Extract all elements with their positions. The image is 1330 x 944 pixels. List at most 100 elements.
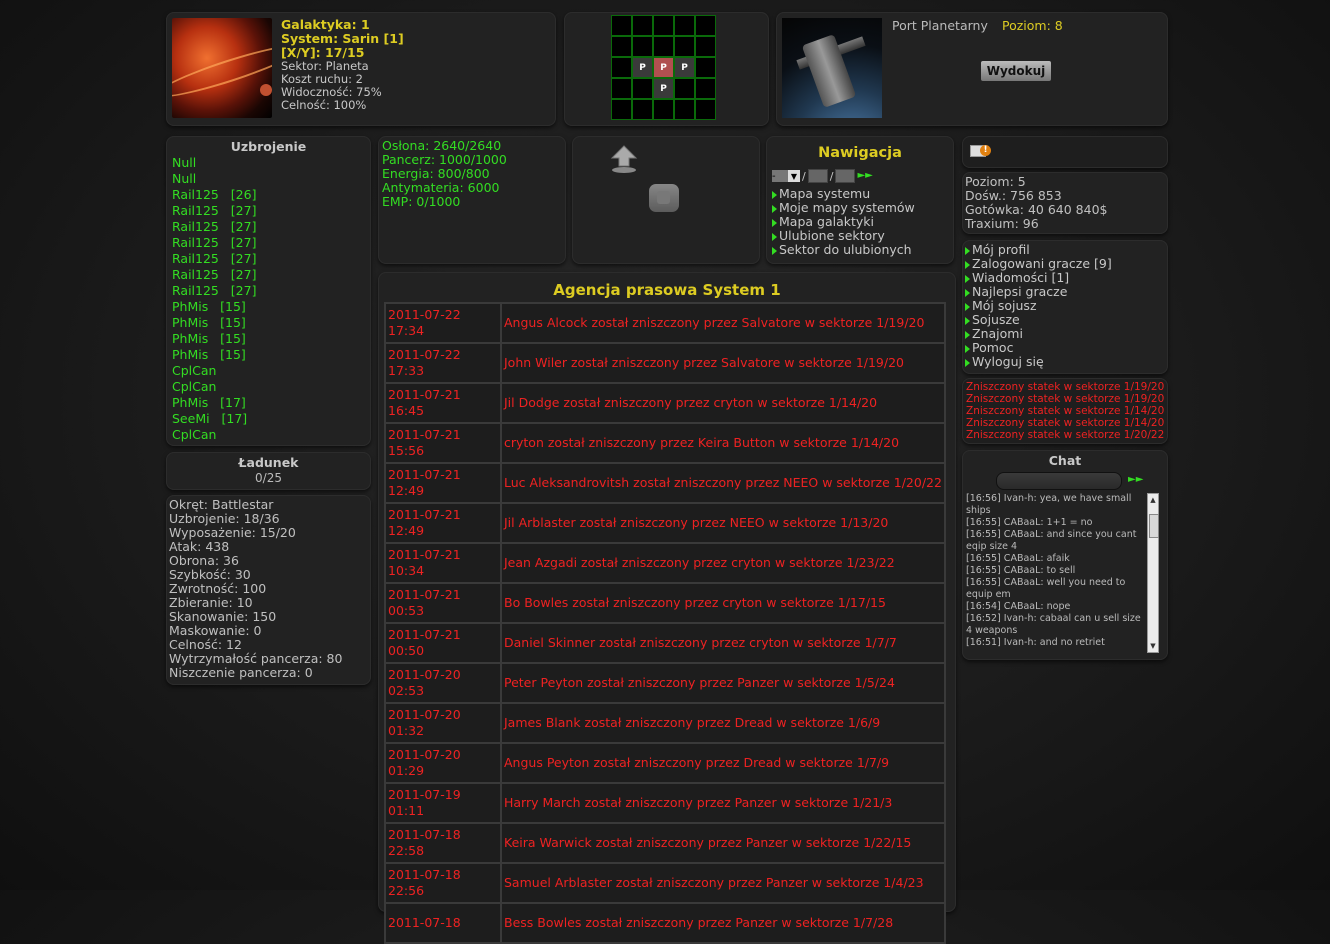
news-row: 2011-07-21 15:56 cryton został zniszczony… [384,422,946,464]
news-row: 2011-07-20 01:29 Angus Peyton został znis… [384,742,946,784]
ship-stat: Skanowanie: 150 [169,609,277,624]
nav-link-1-label: Moje mapy systemów [779,200,915,215]
minimap-cell[interactable] [695,15,716,36]
weapon-slot: CplCan [172,379,217,394]
sector-minimap[interactable]: PPPP [611,15,716,120]
ship-stats-panel: Okręt: Battlestar Uzbrojenie: 18/36 Wyposa… [166,495,371,685]
alert-item[interactable]: Zniszczony statek w sektorze 1/20/22 [966,429,1164,441]
ship-stat: Maskowanie: 0 [169,623,262,638]
nav-link-4[interactable]: Sektor do ulubionych [772,243,915,257]
minimap-cell[interactable] [632,78,653,99]
nav-link-3[interactable]: Ulubione sektory [772,229,915,243]
news-row: 2011-07-21 12:49 Jil Arblaster został zni… [384,502,946,544]
minimap-cell[interactable]: P [653,57,674,78]
scroll-thumb[interactable] [1149,514,1159,538]
weapon-slot: PhMis [15] [172,299,246,314]
minimap-cell[interactable] [695,78,716,99]
ship-stat: Atak: 438 [169,539,230,554]
port-panel: Port Planetarny Poziom: 8 Wydokuj [776,12,1168,126]
player-cash: Gotówka: 40 640 840$ [965,202,1108,217]
menu-link-4[interactable]: Mój sojusz [965,299,1112,313]
center-icon[interactable] [649,184,679,212]
news-text: Jil Arblaster został zniszczony przez NE… [500,502,946,544]
navigation-title: Nawigacja [818,145,902,161]
minimap-cell[interactable] [611,99,632,120]
weapon-slot: SeeMi [17] [172,411,248,426]
menu-link-8[interactable]: Wyloguj się [965,355,1112,369]
menu-link-3[interactable]: Najlepsi gracze [965,285,1112,299]
menu-link-0[interactable]: Mój profil [965,243,1112,257]
menu-links: Mój profil Zalogowani gracze [9] Wiadomośc… [965,243,1112,369]
menu-link-5-label: Sojusze [972,312,1020,327]
nav-coords-form: - ▼ / / ►► [772,169,873,183]
arrow-up-icon[interactable] [610,144,638,174]
minimap-cell[interactable] [611,15,632,36]
news-text: Jean Azgadi został zniszczony przez cryt… [500,542,946,584]
menu-link-7[interactable]: Pomoc [965,341,1112,355]
news-date: 2011-07-20 02:53 [384,662,502,704]
news-row: 2011-07-20 01:32 James Blank został znisz… [384,702,946,744]
menu-link-6-label: Znajomi [972,326,1023,341]
minimap-cell[interactable] [695,99,716,120]
minimap-cell[interactable] [674,36,695,57]
undock-button[interactable]: Wydokuj [980,60,1052,82]
go-arrow-icon[interactable]: ►► [857,171,872,181]
scroll-down-icon[interactable]: ▼ [1149,642,1157,650]
weapon-slot: Rail125 [27] [172,267,257,282]
green-arrow-icon [965,246,970,255]
news-text: James Blank został zniszczony przez Drea… [500,702,946,744]
green-arrow-icon [965,302,970,311]
coord-x-input[interactable] [807,169,828,183]
minimap-cell[interactable] [695,36,716,57]
menu-link-5[interactable]: Sojusze [965,313,1112,327]
news-date: 2011-07-20 01:29 [384,742,502,784]
news-row: 2011-07-21 12:49 Luc Aleksandrovitsh zost… [384,462,946,504]
nav-link-0[interactable]: Mapa systemu [772,187,915,201]
scroll-up-icon[interactable]: ▲ [1149,496,1157,504]
minimap-cell[interactable]: P [674,57,695,78]
alert-item[interactable]: Zniszczony statek w sektorze 1/14/20 [966,417,1164,429]
minimap-cell[interactable] [632,36,653,57]
minimap-cell[interactable] [674,15,695,36]
alert-item[interactable]: Zniszczony statek w sektorze 1/19/20 [966,393,1164,405]
accuracy-label: Celność: 100% [281,98,367,112]
menu-link-6[interactable]: Znajomi [965,327,1112,341]
minimap-cell[interactable] [674,99,695,120]
chat-scrollbar[interactable]: ▲ ▼ [1147,493,1159,653]
news-text: Bess Bowles został zniszczony przez Panz… [500,902,946,944]
minimap-cell[interactable] [632,99,653,120]
minimap-cell[interactable] [632,15,653,36]
menu-link-1[interactable]: Zalogowani gracze [9] [965,257,1112,271]
chat-message: [16:56] Ivan-h: yea, we have small ships [966,493,1132,516]
nav-link-2[interactable]: Mapa galaktyki [772,215,915,229]
minimap-cell[interactable] [695,57,716,78]
shield-value: Osłona: 2640/2640 [382,138,502,153]
planet-image [172,18,272,118]
news-date: 2011-07-22 17:34 [384,302,502,344]
weapons-list: Null Null Rail125 [26] Rail125 [27] Rail125 … [172,155,256,443]
new-mail-icon[interactable] [970,145,991,157]
minimap-cell[interactable] [653,36,674,57]
coord-y-input[interactable] [835,169,856,183]
minimap-cell[interactable] [653,15,674,36]
weapon-slot: Rail125 [27] [172,219,257,234]
chat-title: Chat [1048,453,1082,468]
alert-item[interactable]: Zniszczony statek w sektorze 1/19/20 [966,381,1164,393]
minimap-cell[interactable] [611,78,632,99]
nav-link-1[interactable]: Moje mapy systemów [772,201,915,215]
alert-item[interactable]: Zniszczony statek w sektorze 1/14/20 [966,405,1164,417]
menu-link-2[interactable]: Wiadomości [1] [965,271,1112,285]
minimap-cell[interactable]: P [632,57,653,78]
galaxy-select[interactable]: - ▼ [772,170,800,182]
weapon-slot: Rail125 [27] [172,251,257,266]
minimap-cell[interactable] [653,99,674,120]
minimap-cell[interactable] [611,57,632,78]
minimap-cell[interactable]: P [653,78,674,99]
chat-input[interactable] [996,472,1122,490]
weapon-slot: Null [172,171,197,186]
send-arrow-icon[interactable]: ►► [1128,475,1143,485]
weapon-slot: CplCan [172,363,217,378]
minimap-cell[interactable] [674,78,695,99]
armor-value: Pancerz: 1000/1000 [382,152,507,167]
minimap-cell[interactable] [611,36,632,57]
